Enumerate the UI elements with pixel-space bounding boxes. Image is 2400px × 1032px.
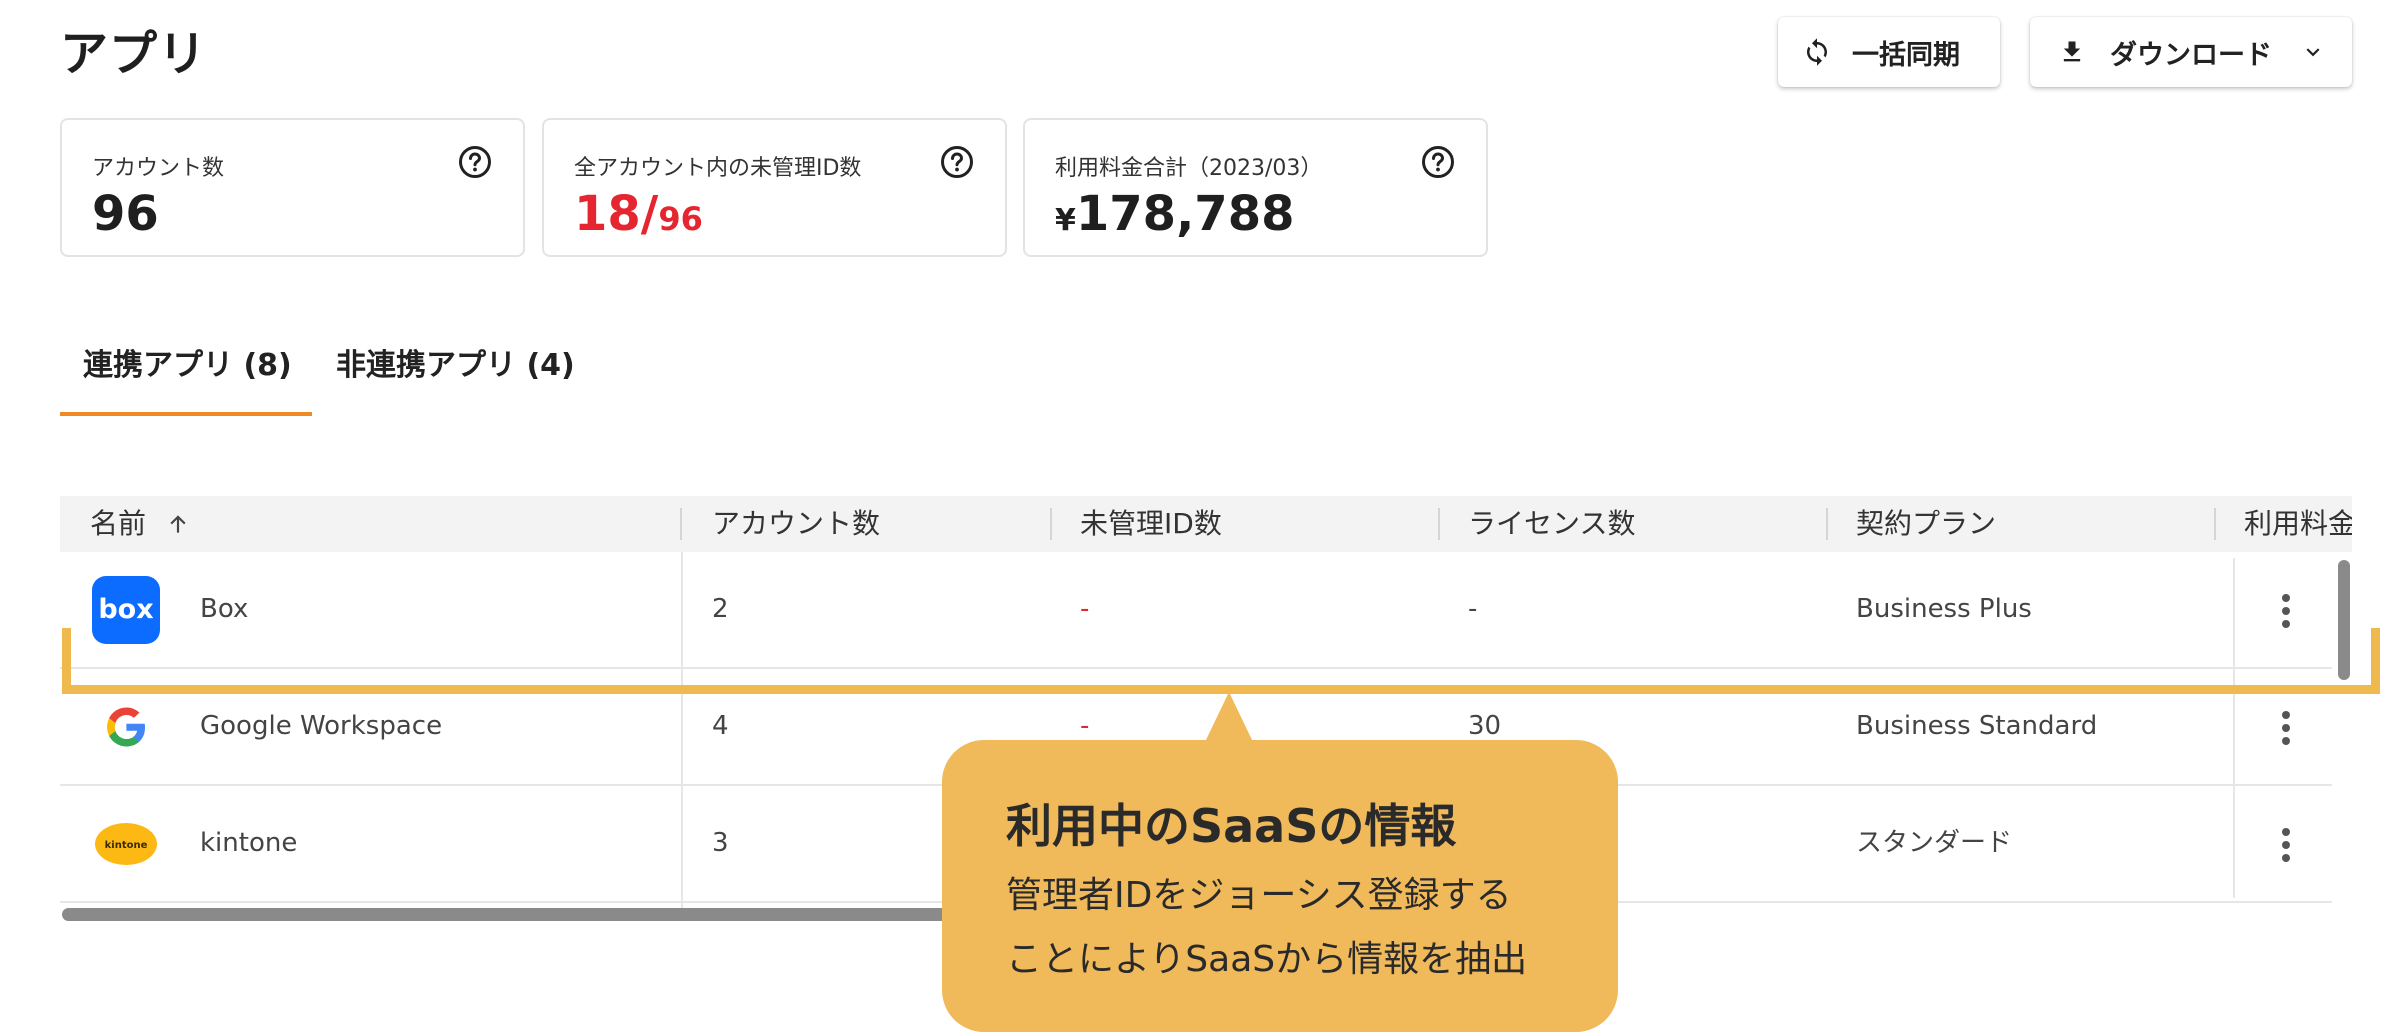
help-icon[interactable]	[939, 144, 975, 180]
horizontal-scrollbar[interactable]	[62, 908, 1002, 921]
unmanaged-id-total: 96	[658, 200, 703, 238]
tab-unlinked-apps[interactable]: 非連携アプリ (4)	[336, 340, 575, 384]
column-header-licenses[interactable]: ライセンス数	[1468, 496, 1635, 552]
usage-fee-amount: 178,788	[1075, 186, 1295, 242]
active-tab-indicator	[60, 412, 312, 416]
usage-fee-value: ¥178,788	[1055, 186, 1295, 242]
sticky-column-divider	[681, 552, 683, 916]
tab-linked-apps[interactable]: 連携アプリ (8)	[83, 340, 292, 384]
app-tabs: 連携アプリ (8) 非連携アプリ (4)	[60, 340, 620, 418]
currency-symbol: ¥	[1055, 203, 1076, 238]
help-icon[interactable]	[457, 144, 493, 180]
usage-fee-label: 利用料金合計（2023/03）	[1055, 156, 1323, 181]
column-header-label: 名前	[90, 507, 147, 540]
column-header-plan[interactable]: 契約プラン	[1856, 496, 1996, 552]
column-separator[interactable]	[2214, 508, 2216, 540]
column-separator[interactable]	[680, 508, 682, 540]
kintone-logo-icon: kintone	[95, 823, 157, 865]
usage-fee-card: 利用料金合計（2023/03） ¥178,788	[1023, 118, 1488, 257]
svg-text:kintone: kintone	[105, 840, 148, 851]
page-title: アプリ	[60, 26, 208, 82]
column-header-unmanaged[interactable]: 未管理ID数	[1080, 496, 1222, 552]
download-button[interactable]: ダウンロード	[2030, 17, 2352, 87]
table-header: 名前 アカウント数 未管理ID数 ライセンス数 契約プラン 利用料金	[60, 496, 2352, 552]
google-logo-icon	[107, 707, 145, 747]
help-icon[interactable]	[1420, 144, 1456, 180]
unmanaged-id-count: 18/	[574, 186, 659, 242]
unmanaged-id-card: 全アカウント内の未管理ID数 18/96	[542, 118, 1007, 257]
download-icon	[2063, 41, 2081, 62]
app-name[interactable]: kintone	[200, 786, 297, 901]
unmanaged-id-label: 全アカウント内の未管理ID数	[574, 156, 862, 181]
column-separator[interactable]	[1050, 508, 1052, 540]
bulk-sync-button[interactable]: 一括同期	[1778, 17, 2000, 87]
download-label: ダウンロード	[2110, 39, 2272, 71]
column-header-accounts[interactable]: アカウント数	[712, 496, 880, 552]
account-count-label: アカウント数	[92, 156, 225, 181]
column-header-name[interactable]: 名前	[90, 496, 191, 552]
account-count-cell: 3	[712, 828, 729, 858]
svg-text:box: box	[98, 594, 153, 625]
more-options-icon[interactable]	[2274, 828, 2298, 862]
account-count-card: アカウント数 96	[60, 118, 525, 257]
column-separator[interactable]	[1438, 508, 1440, 540]
more-options-icon[interactable]	[2274, 594, 2298, 628]
unmanaged-id-value: 18/96	[574, 186, 703, 242]
account-count-value: 96	[92, 186, 159, 242]
bulk-sync-label: 一括同期	[1852, 39, 1960, 71]
chevron-down-icon	[2306, 48, 2320, 57]
callout-body-line: 管理者IDをジョーシス登録する	[1006, 875, 1512, 916]
callout-title: 利用中のSaaSの情報	[1006, 799, 1457, 853]
column-header-fee[interactable]: 利用料金	[2244, 496, 2352, 552]
row-highlight-bracket	[62, 628, 2380, 694]
actions-column-divider	[2233, 558, 2235, 898]
callout-pointer	[1205, 692, 1253, 742]
callout-body-line: ことによりSaaSから情報を抽出	[1006, 939, 1528, 980]
column-separator[interactable]	[1826, 508, 1828, 540]
plan-cell: スタンダード	[1856, 828, 2013, 858]
info-callout: 利用中のSaaSの情報 管理者IDをジョーシス登録する ことによりSaaSから情…	[942, 740, 1618, 1032]
arrow-up-icon[interactable]	[165, 511, 191, 537]
more-options-icon[interactable]	[2274, 711, 2298, 745]
sync-icon	[1807, 38, 1827, 66]
